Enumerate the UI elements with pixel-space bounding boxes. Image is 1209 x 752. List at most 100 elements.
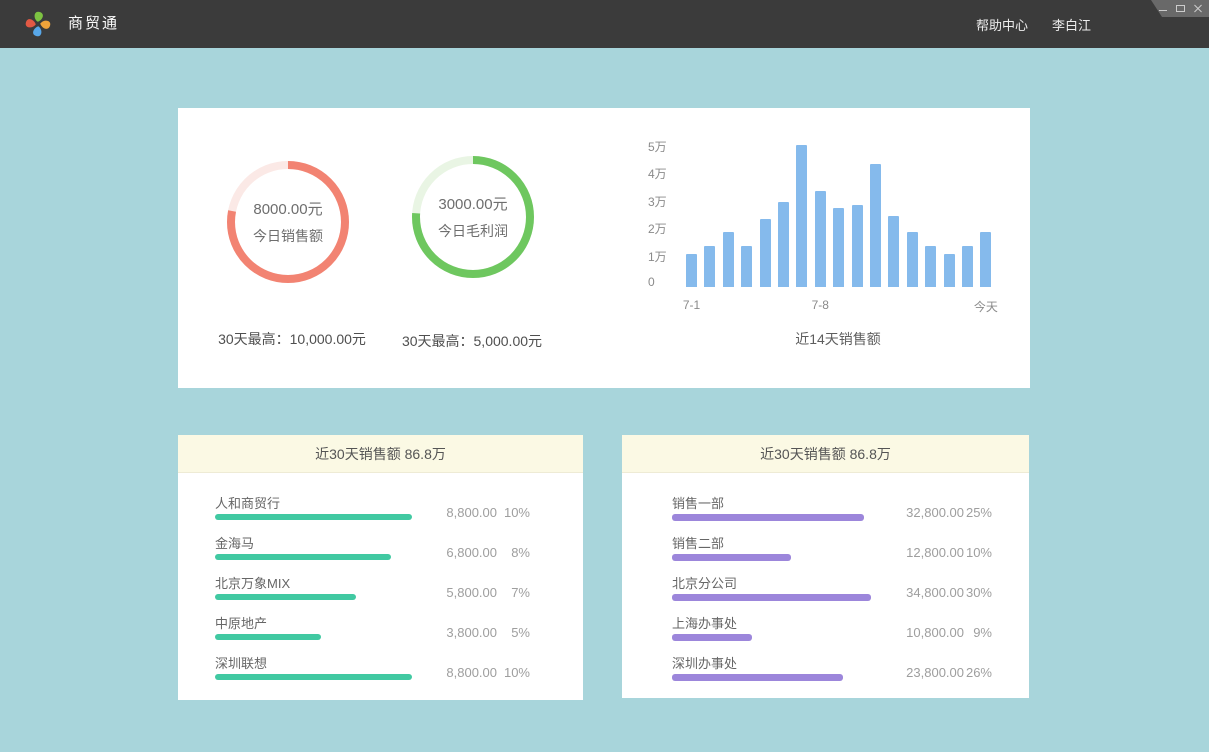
rank-item-values: 6,800.008%	[412, 545, 530, 560]
rank-item-bar	[215, 674, 412, 680]
chart-bar	[741, 246, 752, 287]
rank-item-name: 金海马	[215, 533, 254, 552]
minimize-icon[interactable]	[1159, 10, 1167, 11]
rank-row: 中原地产 3,800.005%	[178, 605, 583, 645]
today-stats-card: 8000.00元 今日销售额 30天最高：10,000.00元 3000.00元…	[178, 108, 1030, 388]
y-axis-tick: 3万	[648, 193, 708, 210]
rank-item-bar	[672, 554, 791, 561]
y-axis-tick: 2万	[648, 220, 708, 237]
rank-item-values: 8,800.0010%	[412, 665, 530, 680]
chart-bar	[686, 254, 697, 287]
rank-item-percent: 25%	[964, 505, 992, 520]
chart-bar	[925, 246, 936, 287]
chart-bar	[833, 208, 844, 288]
maximize-icon[interactable]	[1176, 5, 1185, 12]
top-navigation: 帮助中心 李白江	[976, 0, 1091, 48]
rank-item-amount: 23,800.00	[879, 665, 964, 680]
rank-item-values: 32,800.0025%	[879, 505, 992, 520]
rank-item-bar	[672, 634, 752, 641]
y-axis-tick: 5万	[648, 138, 708, 155]
rank-item-amount: 32,800.00	[879, 505, 964, 520]
chart-bar	[907, 232, 918, 287]
chart-bar	[778, 202, 789, 287]
rank-item-name: 上海办事处	[672, 613, 737, 632]
y-axis-tick: 0	[648, 275, 708, 289]
x-axis-tick: 7-8	[795, 298, 845, 312]
chart-bar	[888, 216, 899, 287]
app-header: 商贸通 帮助中心 李白江	[0, 0, 1209, 48]
rank-item-values: 10,800.009%	[879, 625, 992, 640]
chart-bar	[962, 246, 973, 287]
sales-bar-chart: 近14天销售额 0 1万 2万 3万 4万 5万 7-1 7-8 今天	[178, 108, 1030, 388]
rank-item-amount: 10,800.00	[879, 625, 964, 640]
rank-item-name: 北京分公司	[672, 573, 737, 592]
rank-list: 销售一部 32,800.0025% 销售二部 12,800.0010% 北京分公司 34,…	[622, 485, 1029, 685]
rank-item-name: 销售二部	[672, 533, 724, 552]
rank-item-percent: 7%	[497, 585, 530, 600]
rank-item-bar	[672, 514, 864, 521]
rank-item-values: 34,800.0030%	[879, 585, 992, 600]
rank-item-bar	[215, 634, 321, 640]
customer-rank-card: 近30天销售额 86.8万 人和商贸行8,800.0010%金海马6,800.0…	[178, 435, 583, 700]
rank-item-percent: 30%	[964, 585, 992, 600]
rank-row: 深圳办事处 23,800.0026%	[622, 645, 1029, 685]
y-axis-tick: 4万	[648, 165, 708, 182]
rank-item-name: 销售一部	[672, 493, 724, 512]
rank-item-name: 深圳联想	[215, 653, 267, 672]
rank-item-bar	[672, 674, 843, 681]
chart-title: 近14天销售额	[686, 329, 990, 349]
rank-list: 人和商贸行8,800.0010%金海马6,800.008%北京万象MIX5,80…	[178, 485, 583, 685]
rank-item-bar	[215, 594, 356, 600]
rank-item-percent: 26%	[964, 665, 992, 680]
rank-item-amount: 34,800.00	[879, 585, 964, 600]
chart-bar	[815, 191, 826, 287]
rank-item-amount: 8,800.00	[412, 505, 497, 520]
rank-item-values: 5,800.007%	[412, 585, 530, 600]
rank-item-amount: 5,800.00	[412, 585, 497, 600]
rank-item-percent: 10%	[497, 505, 530, 520]
rank-item-values: 12,800.0010%	[879, 545, 992, 560]
rank-item-name: 深圳办事处	[672, 653, 737, 672]
y-axis-tick: 1万	[648, 248, 708, 265]
rank-item-bar	[215, 554, 391, 560]
rank-item-bar	[672, 594, 871, 601]
rank-card-title: 近30天销售额 86.8万	[622, 435, 1029, 473]
username-link[interactable]: 李白江	[1052, 15, 1091, 34]
x-axis-tick: 今天	[961, 298, 1011, 315]
chart-bar	[704, 246, 715, 287]
x-axis-tick: 7-1	[667, 298, 717, 312]
rank-item-values: 23,800.0026%	[879, 665, 992, 680]
rank-card-title: 近30天销售额 86.8万	[178, 435, 583, 473]
chart-bar	[852, 205, 863, 287]
rank-item-percent: 10%	[964, 545, 992, 560]
rank-item-values: 8,800.0010%	[412, 505, 530, 520]
rank-item-percent: 10%	[497, 665, 530, 680]
close-icon[interactable]	[1194, 5, 1202, 13]
rank-item-percent: 8%	[497, 545, 530, 560]
rank-item-amount: 6,800.00	[412, 545, 497, 560]
chart-bar	[760, 219, 771, 288]
rank-item-bar	[215, 514, 412, 520]
window-controls	[1151, 0, 1209, 17]
rank-item-name: 北京万象MIX	[215, 573, 290, 592]
rank-item-name: 人和商贸行	[215, 493, 280, 512]
rank-row: 销售二部 12,800.0010%	[622, 525, 1029, 565]
rank-row: 北京分公司 34,800.0030%	[622, 565, 1029, 605]
rank-item-amount: 3,800.00	[412, 625, 497, 640]
rank-row: 北京万象MIX 5,800.007%	[178, 565, 583, 605]
rank-row: 上海办事处 10,800.009%	[622, 605, 1029, 645]
rank-item-amount: 8,800.00	[412, 665, 497, 680]
help-center-link[interactable]: 帮助中心	[976, 15, 1028, 34]
rank-row: 人和商贸行 8,800.0010%	[178, 485, 583, 525]
rank-row: 深圳联想 8,800.0010%	[178, 645, 583, 685]
rank-item-amount: 12,800.00	[879, 545, 964, 560]
rank-item-name: 中原地产	[215, 613, 267, 632]
rank-item-percent: 9%	[964, 625, 992, 640]
chart-bar	[980, 232, 991, 287]
pinwheel-logo-icon	[24, 10, 52, 38]
chart-bar	[723, 232, 734, 287]
rank-row: 金海马 6,800.008%	[178, 525, 583, 565]
rank-item-percent: 5%	[497, 625, 530, 640]
dept-rank-card: 近30天销售额 86.8万 销售一部 32,800.0025% 销售二部 12,800…	[622, 435, 1029, 698]
rank-item-values: 3,800.005%	[412, 625, 530, 640]
